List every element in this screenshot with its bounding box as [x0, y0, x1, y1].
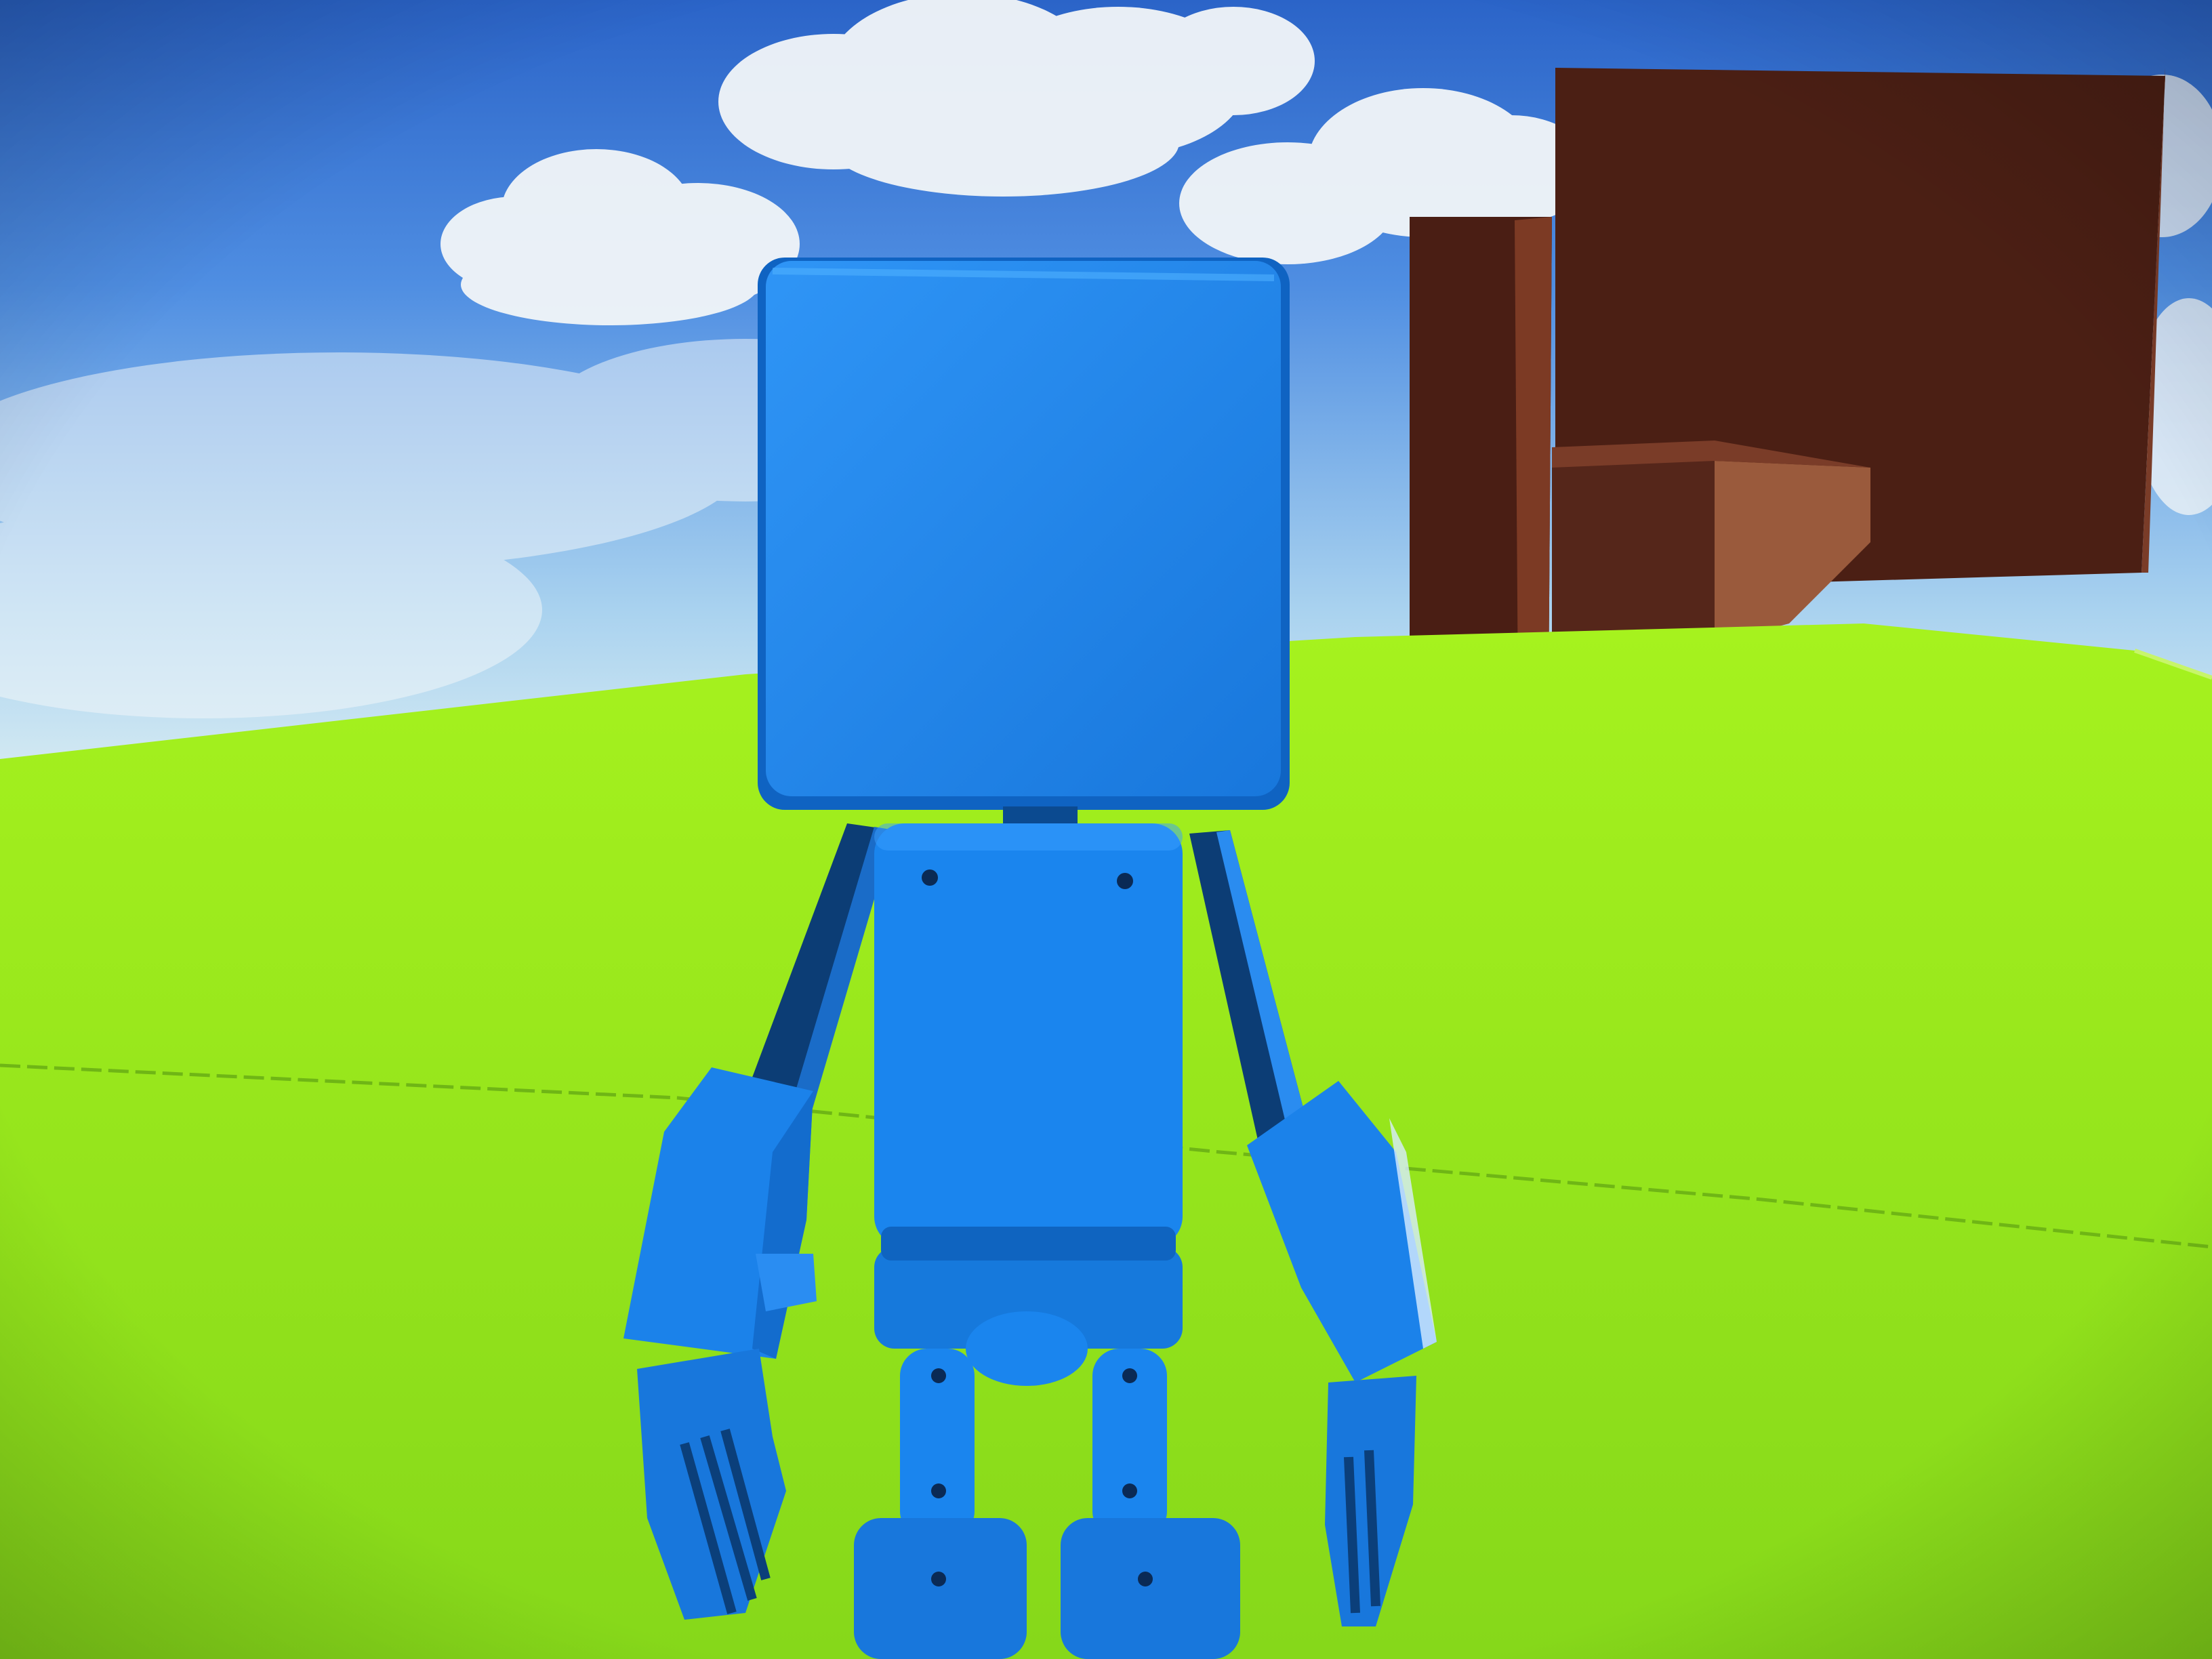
- game-world: [0, 0, 2212, 1659]
- screen-vignette: [0, 0, 2212, 1659]
- game-viewport[interactable]: [0, 0, 2212, 1659]
